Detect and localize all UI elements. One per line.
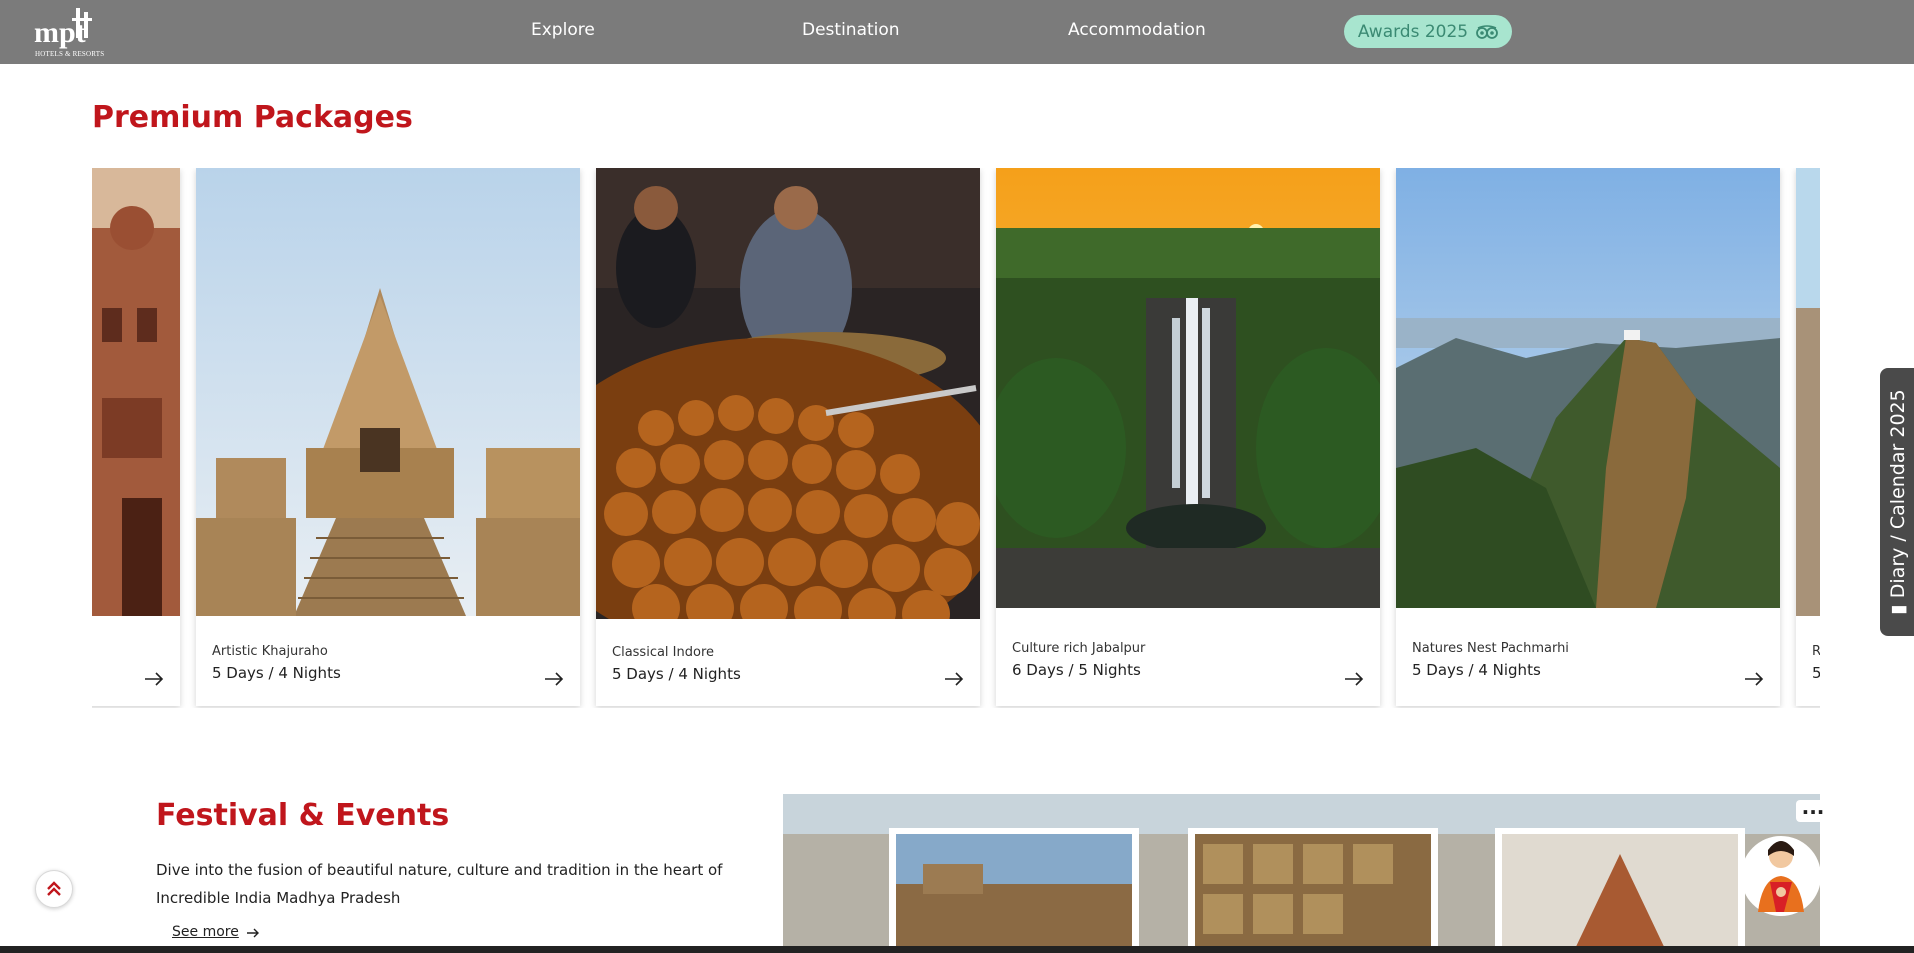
package-place: Classical Indore [612, 645, 715, 660]
package-photo-khajuraho [196, 168, 580, 616]
festival-events-title: Festival & Events [156, 798, 450, 833]
diary-label: Diary / Calendar 2025 [1887, 389, 1909, 599]
package-duration: 5 Days / 4 Nights [212, 664, 341, 682]
diary-calendar-tab[interactable]: ▮ Diary / Calendar 2025 [1880, 368, 1914, 636]
package-card[interactable]: R 5 [1796, 168, 1820, 706]
arrow-right-icon[interactable] [944, 672, 964, 686]
logo-subtitle: HOTELS & RESORTS [35, 50, 105, 58]
double-chevron-up-icon [47, 881, 61, 896]
package-photo-partial [1796, 168, 1820, 616]
package-duration: 6 Days / 5 Nights [1012, 661, 1141, 679]
package-card-jabalpur[interactable]: Culture rich Jabalpur 6 Days / 5 Nights [996, 168, 1380, 706]
nav-destination[interactable]: Destination [802, 20, 900, 40]
package-photo-jabalpur [996, 168, 1380, 608]
arrow-right-icon[interactable] [144, 672, 164, 686]
package-card[interactable] [92, 168, 180, 706]
package-duration: 5 Days / 4 Nights [612, 665, 741, 683]
nav-explore[interactable]: Explore [531, 20, 595, 40]
package-place: Culture rich Jabalpur [1012, 641, 1146, 656]
package-place: R [1812, 644, 1820, 659]
top-navbar: mpt HOTELS & RESORTS Explore Destination… [0, 0, 1914, 64]
festival-description: Dive into the fusion of beautiful nature… [156, 861, 723, 907]
calendar-icon: ▮ [1887, 598, 1909, 615]
package-duration: 5 [1812, 664, 1820, 682]
tripadvisor-owl-icon [1476, 24, 1499, 39]
package-photo-indore [596, 168, 980, 619]
package-place: Artistic Khajuraho [212, 644, 328, 659]
nav-accommodation[interactable]: Accommodation [1068, 20, 1206, 40]
scroll-to-top-button[interactable] [35, 870, 73, 908]
package-card-khajuraho[interactable]: Artistic Khajuraho 5 Days / 4 Nights [196, 168, 580, 706]
arrow-right-icon[interactable] [1744, 672, 1764, 686]
awards-label: Awards 2025 [1357, 21, 1469, 42]
see-more-link[interactable]: See more [172, 924, 239, 940]
arrow-right-icon[interactable] [246, 928, 260, 938]
package-place: Natures Nest Pachmarhi [1412, 641, 1569, 656]
festival-banner[interactable] [783, 794, 1820, 953]
premium-packages-title: Premium Packages [92, 100, 413, 135]
arrow-right-icon[interactable] [1344, 672, 1364, 686]
more-options-button[interactable]: ... [1796, 797, 1830, 822]
package-photo-pachmarhi [1396, 168, 1780, 608]
package-card-pachmarhi[interactable]: Natures Nest Pachmarhi 5 Days / 4 Nights [1396, 168, 1780, 706]
packages-carousel[interactable]: Artistic Khajuraho 5 Days / 4 Nights Cla… [92, 168, 1820, 708]
package-duration: 5 Days / 4 Nights [1412, 661, 1541, 679]
bottom-bar [0, 946, 1914, 953]
arrow-right-icon[interactable] [544, 672, 564, 686]
assistant-avatar[interactable] [1740, 826, 1822, 926]
package-photo-fort [92, 168, 180, 616]
awards-2025-button[interactable]: Awards 2025 [1344, 15, 1512, 48]
package-card-indore[interactable]: Classical Indore 5 Days / 4 Nights [596, 168, 980, 706]
